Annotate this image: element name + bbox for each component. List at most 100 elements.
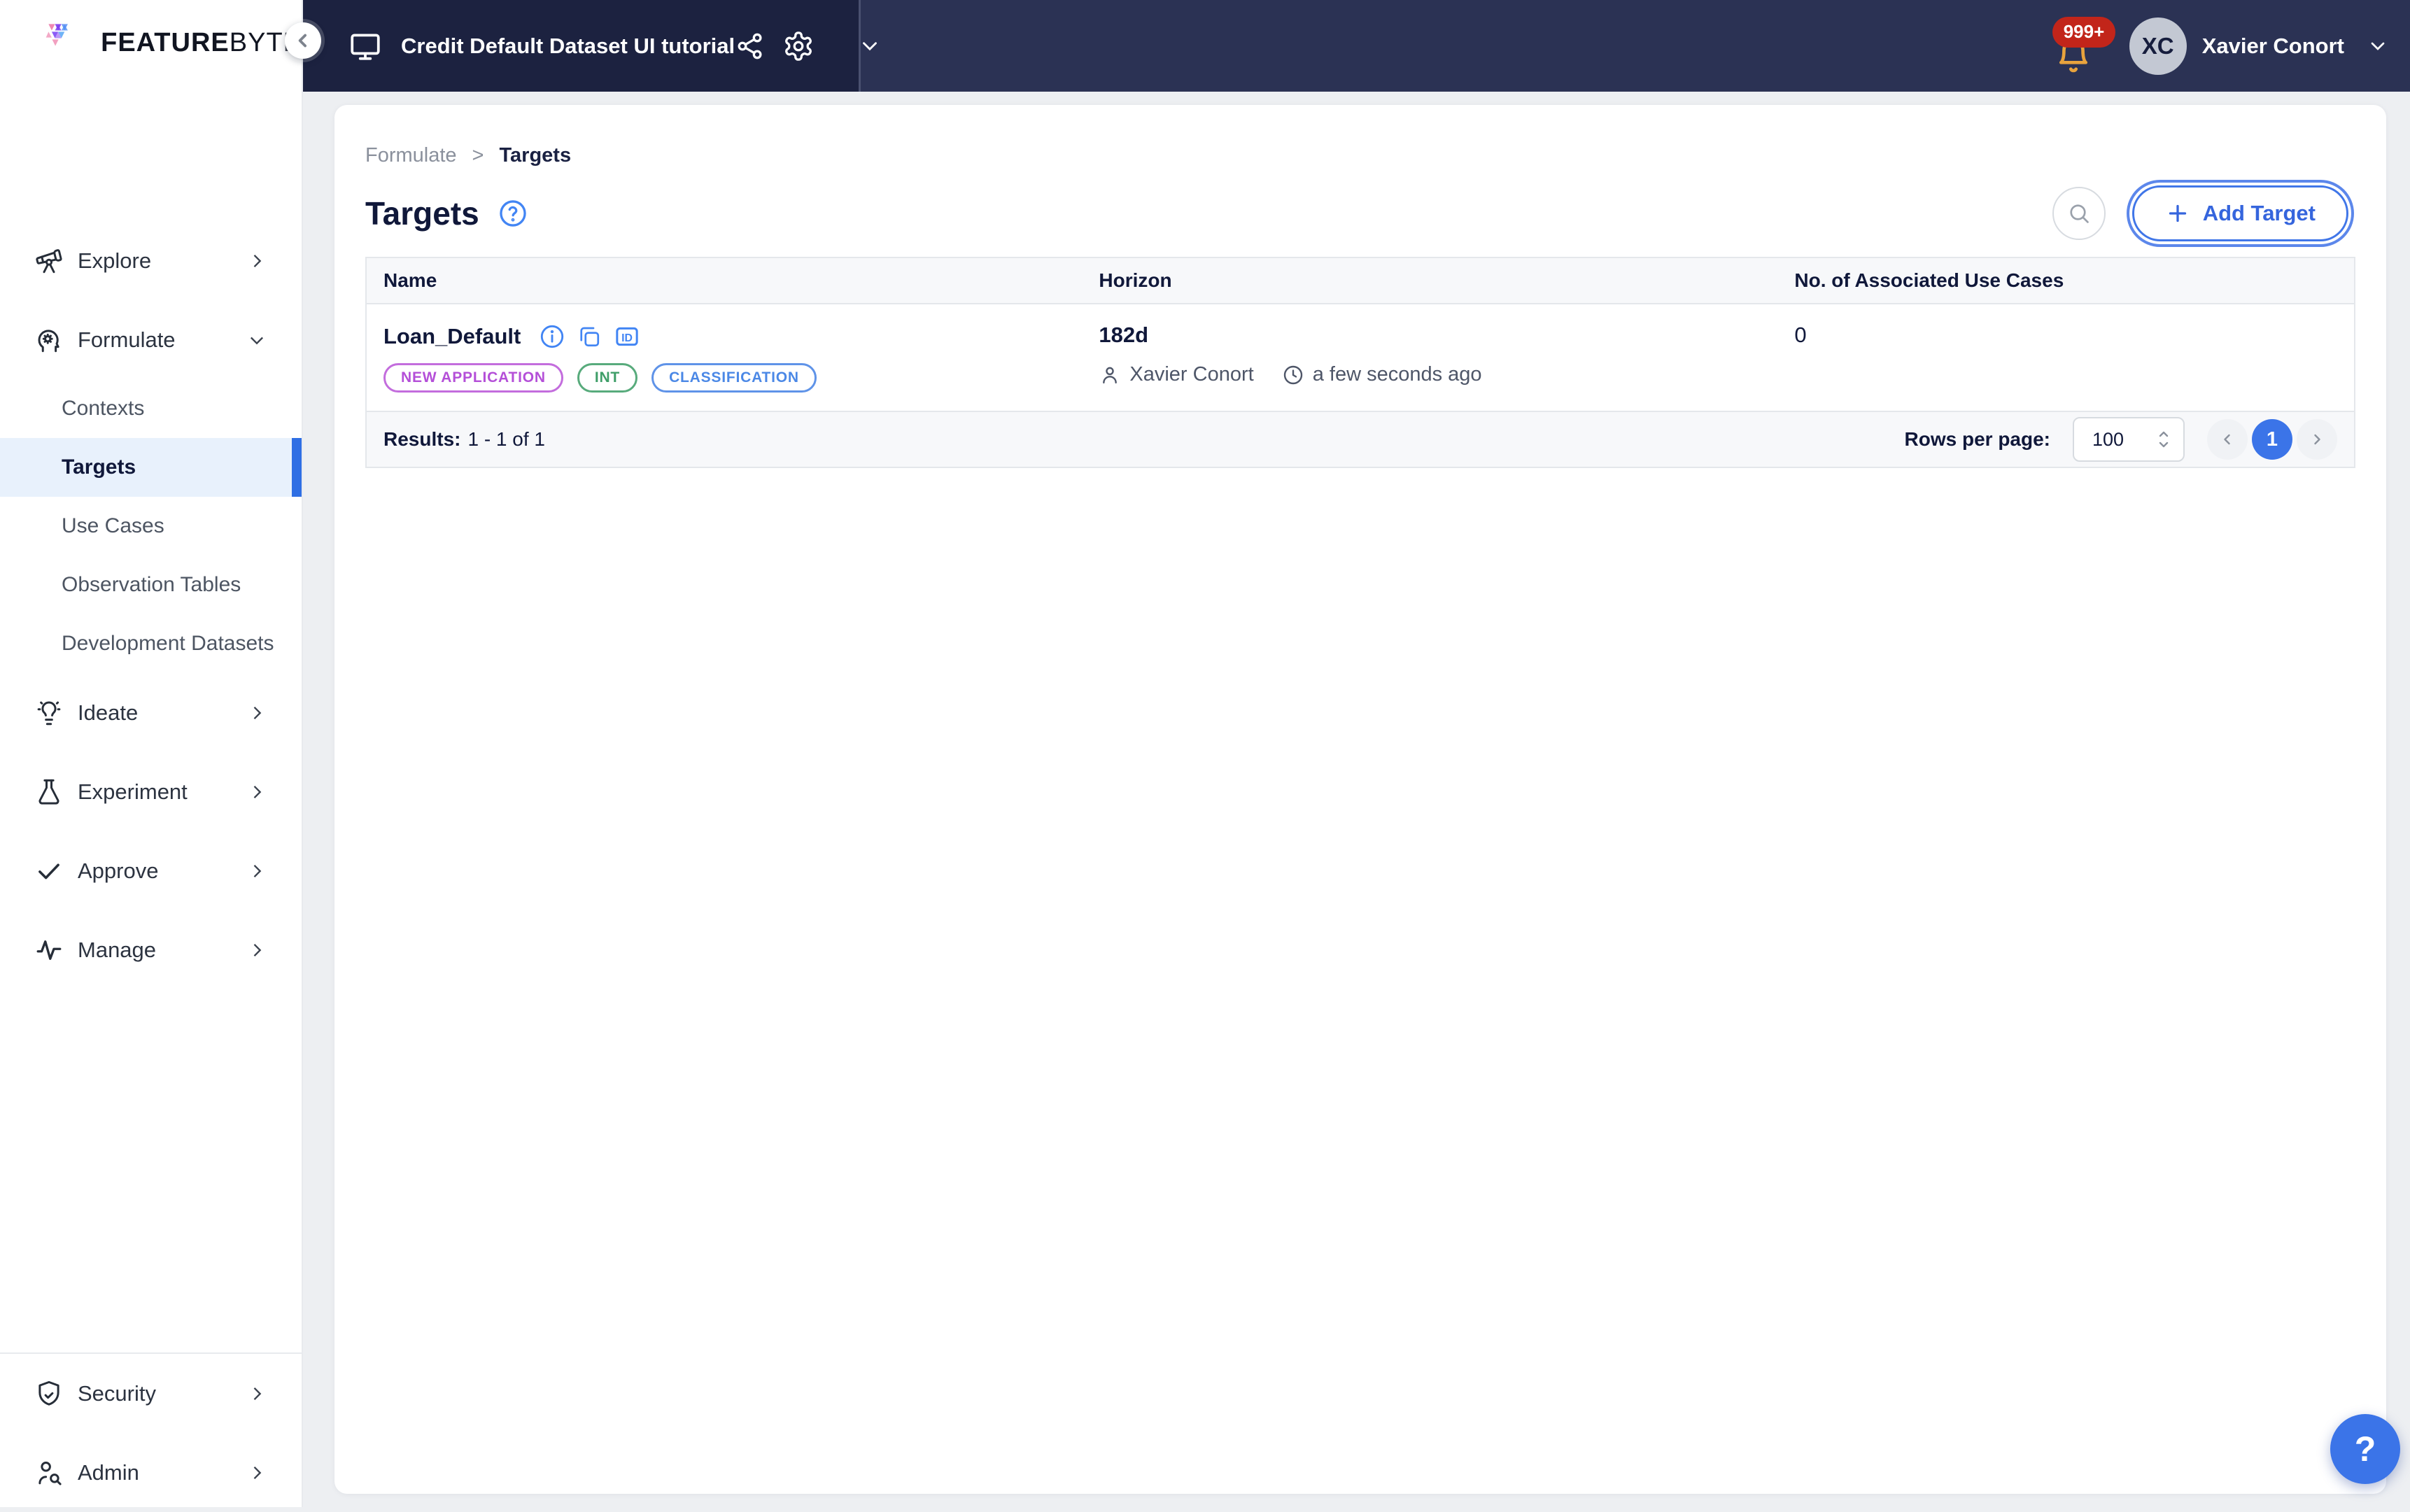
clock-icon [1282,364,1304,386]
sidebar: FEATUREBYTE Explore Formulate Contexts T… [0,0,303,1507]
target-tags: NEW APPLICATION INT CLASSIFICATION [383,363,1065,393]
workspace-chevron-down-icon[interactable] [858,34,882,58]
copy-icon[interactable] [577,324,602,349]
sidebar-subitem-label: Development Datasets [62,632,274,656]
brand-wordmark-bold: FEATURE [101,28,230,57]
chevron-right-icon [247,1384,267,1404]
workspace-actions [735,30,882,62]
target-name[interactable]: Loan_Default [383,324,521,349]
cell-horizon: 182d Xavier Conort a few seconds ago [1082,304,1777,411]
rows-per-page-select[interactable]: 100 [2073,417,2185,462]
brand-logo[interactable]: FEATUREBYTE [0,0,302,67]
chevron-left-icon [293,30,313,51]
notification-badge: 999+ [2052,17,2116,48]
sidebar-item-label: Explore [78,248,239,274]
cell-name: Loan_Default ID NEW APPLICATION [367,304,1082,411]
sidebar-item-label: Admin [78,1460,239,1485]
sidebar-subitem-targets[interactable]: Targets [0,438,302,497]
rows-per-page-label: Rows per page: [1905,428,2050,451]
featurebyte-logo-icon [43,20,90,66]
telescope-icon [34,246,64,276]
sidebar-item-security[interactable]: Security [0,1354,302,1433]
top-header: Credit Default Dataset UI tutorial 999+ … [303,0,2410,92]
chevron-right-icon [247,251,267,271]
sidebar-item-experiment[interactable]: Experiment [0,752,302,831]
sidebar-subitem-use-cases[interactable]: Use Cases [0,497,302,556]
breadcrumb-current: Targets [499,144,571,167]
tag-badge: CLASSIFICATION [651,363,817,393]
sidebar-item-label: Security [78,1381,239,1406]
user-area: 999+ XC Xavier Conort [2048,17,2410,76]
sidebar-collapse-button[interactable] [285,22,321,59]
flask-icon [34,777,64,807]
next-page-button[interactable] [2297,419,2337,460]
check-icon [34,856,64,886]
page-number-button[interactable]: 1 [2252,419,2292,460]
sidebar-item-explore[interactable]: Explore [0,221,302,300]
sidebar-item-approve[interactable]: Approve [0,831,302,910]
plus-icon [2165,201,2190,226]
results-range: 1 - 1 of 1 [467,428,545,451]
tag-badge: NEW APPLICATION [383,363,563,393]
table-row[interactable]: Loan_Default ID NEW APPLICATION [367,304,2354,411]
sidebar-subitem-contexts[interactable]: Contexts [0,379,302,438]
chevron-right-icon [247,703,267,723]
help-fab-button[interactable]: ? [2330,1414,2400,1484]
id-icon[interactable]: ID [613,323,641,351]
chevron-left-icon [2219,431,2236,448]
notifications-button[interactable]: 999+ [2048,17,2121,76]
row-meta: Xavier Conort a few seconds ago [1099,363,1761,386]
sidebar-subitem-label: Contexts [62,397,144,421]
main-content: Formulate > Targets Targets Add Target [303,92,2410,1507]
page-title-row: Targets Add Target [365,184,2355,243]
sidebar-item-formulate[interactable]: Formulate [0,300,302,379]
sidebar-bottom-group: Security Admin [0,1352,302,1512]
target-name-line: Loan_Default ID [383,323,1065,351]
select-chevrons-icon [2155,428,2172,451]
share-icon[interactable] [735,31,766,62]
gear-icon[interactable] [782,30,815,62]
sidebar-item-label: Formulate [78,327,239,353]
previous-page-button[interactable] [2207,419,2248,460]
add-target-button[interactable]: Add Target [2132,185,2348,241]
sidebar-subitem-label: Targets [62,455,136,479]
use-case-count: 0 [1794,323,1806,347]
chevron-right-icon [247,940,267,960]
sidebar-subitem-observation-tables[interactable]: Observation Tables [0,556,302,614]
sidebar-item-label: Experiment [78,779,239,805]
sidebar-item-manage[interactable]: Manage [0,910,302,989]
table-footer: Results: 1 - 1 of 1 Rows per page: 100 [367,411,2354,467]
search-button[interactable] [2052,187,2106,240]
sidebar-nav: Explore Formulate Contexts Targets Use C… [0,221,302,989]
chevron-right-icon [247,782,267,802]
column-header-name: Name [367,269,1082,292]
workspace-tab[interactable]: Credit Default Dataset UI tutorial [303,0,861,92]
horizon-value: 182d [1099,323,1761,348]
page-title: Targets [365,195,479,232]
breadcrumb-separator: > [472,144,484,167]
chevron-right-icon [2309,431,2325,448]
sidebar-item-ideate[interactable]: Ideate [0,673,302,752]
created-at: a few seconds ago [1313,363,1482,386]
user-name: Xavier Conort [2202,34,2344,59]
targets-table: Name Horizon No. of Associated Use Cases… [365,257,2355,468]
breadcrumb-parent[interactable]: Formulate [365,144,457,167]
sidebar-subitem-development-datasets[interactable]: Development Datasets [0,614,302,673]
sidebar-item-admin[interactable]: Admin [0,1433,302,1512]
title-help-icon[interactable] [498,198,528,229]
add-target-label: Add Target [2203,201,2316,226]
results-label: Results: [383,428,460,451]
avatar[interactable]: XC [2129,17,2187,75]
user-menu-chevron-down-icon[interactable] [2367,35,2389,57]
sidebar-subitem-label: Use Cases [62,514,164,538]
created-by: Xavier Conort [1129,363,1253,386]
shield-check-icon [34,1379,64,1408]
pagination-controls: Rows per page: 100 1 [1905,417,2337,462]
sidebar-item-label: Ideate [78,700,239,726]
lightbulb-icon [34,698,64,728]
chevron-right-icon [247,1463,267,1483]
column-header-horizon: Horizon [1082,269,1777,292]
brand-wordmark: FEATUREBYTE [101,28,302,58]
svg-text:ID: ID [621,332,633,344]
info-icon[interactable] [539,323,565,350]
